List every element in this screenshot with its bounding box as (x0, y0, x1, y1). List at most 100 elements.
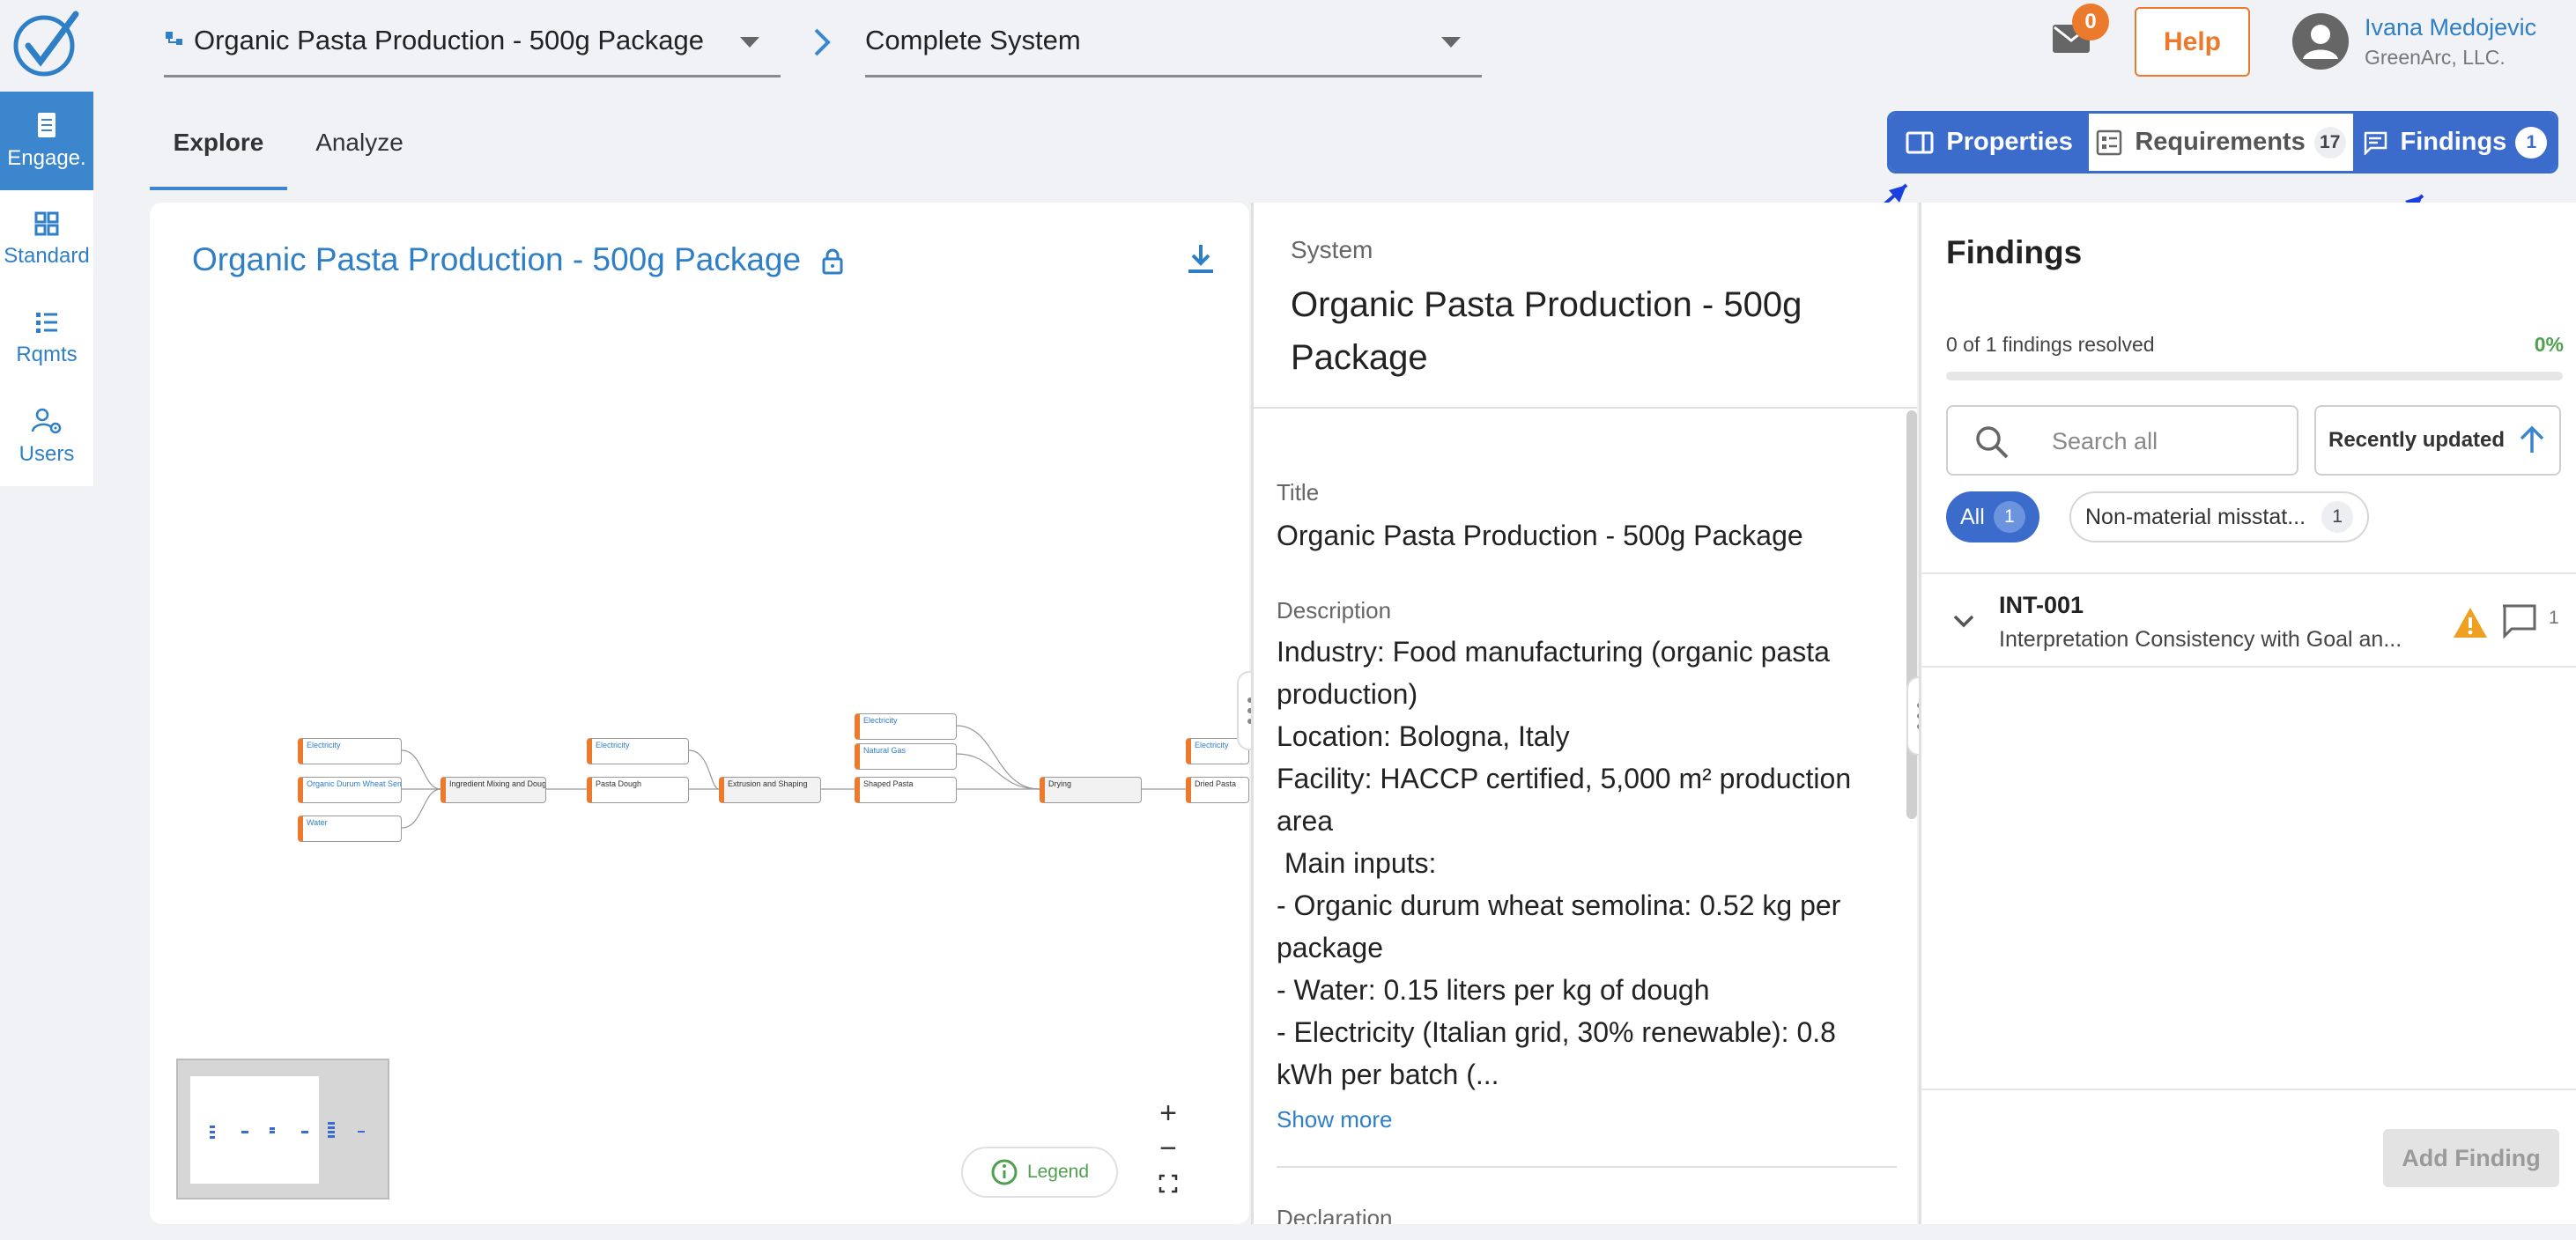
nav-item-label: Standard (4, 244, 90, 268)
finding-id: INT-001 (1999, 592, 2084, 618)
properties-kind: System (1291, 236, 1373, 263)
properties-heading: Organic Pasta Production - 500g Package (1291, 285, 1802, 377)
graph-node[interactable]: Extrusion and Shaping (719, 777, 821, 803)
tab-findings-label: Findings (2400, 128, 2507, 156)
info-icon (991, 1159, 1018, 1185)
chip-count: 1 (1993, 501, 2025, 533)
graph-node[interactable]: Electricity (587, 738, 689, 764)
findings-progress-text: 0 of 1 findings resolved (1946, 333, 2155, 356)
legend-button[interactable]: Legend (961, 1147, 1118, 1198)
grid-icon (34, 211, 59, 236)
description-line: - Organic durum wheat semolina: 0.52 kg … (1277, 889, 1841, 921)
add-finding-button[interactable]: Add Finding (2383, 1129, 2559, 1187)
scope-select[interactable]: Complete System (865, 5, 1482, 78)
finding-row[interactable]: INT-001 Interpretation Consistency with … (1921, 572, 2576, 668)
graph-node[interactable]: Shaped Pasta (855, 777, 957, 803)
findings-search-input[interactable]: Search all (1946, 405, 2298, 476)
search-icon (1976, 426, 2009, 459)
divider (1277, 1166, 1897, 1168)
divider (1254, 407, 1917, 409)
panel-icon (1906, 131, 1934, 153)
graph-node[interactable]: Electricity (298, 738, 402, 764)
help-button[interactable]: Help (2135, 7, 2250, 77)
tab-explore[interactable]: Explore (150, 114, 287, 190)
system-select[interactable]: Organic Pasta Production - 500g Package (164, 5, 781, 78)
nav-item-label: Rqmts (16, 343, 78, 366)
graph-node[interactable]: Electricity (855, 713, 957, 740)
comment-count: 1 (2549, 608, 2559, 628)
top-bar: Organic Pasta Production - 500g Package … (0, 0, 2576, 92)
nav-item-users[interactable]: Users (0, 388, 93, 486)
nav-item-engage[interactable]: Engage. (0, 92, 93, 190)
user-org: GreenArc, LLC. (2365, 46, 2506, 69)
graph-node[interactable]: Drying (1040, 777, 1142, 803)
findings-title: Findings (1946, 234, 2083, 270)
tab-requirements[interactable]: Requirements 17 (2089, 114, 2353, 171)
tab-findings[interactable]: Findings 1 (2352, 114, 2556, 171)
document-icon (38, 113, 56, 137)
findings-progress-bar (1946, 372, 2563, 380)
sort-button[interactable]: Recently updated (2314, 405, 2561, 476)
mail-count-badge: 0 (2072, 4, 2109, 41)
chip-label: All (1960, 504, 1985, 529)
nav-item-label: Users (19, 442, 75, 466)
comment-icon[interactable] (2499, 602, 2538, 639)
nav-item-rqmts[interactable]: Rqmts (0, 289, 93, 388)
scrollbar[interactable] (1906, 410, 1917, 819)
tab-properties-label: Properties (1946, 128, 2073, 156)
show-more-link[interactable]: Show more (1277, 1106, 1393, 1133)
description-line: area (1277, 805, 1334, 837)
title-value: Organic Pasta Production - 500g Package (1277, 520, 1803, 551)
zoom-in-button[interactable]: + (1151, 1096, 1186, 1131)
chevron-down-icon (740, 37, 759, 48)
graph-node[interactable]: Pasta Dough (587, 777, 689, 803)
graph-node[interactable]: Water (298, 816, 402, 842)
users-gear-icon (31, 408, 62, 434)
scope-select-value: Complete System (865, 24, 1081, 55)
panel-tab-group: Properties Requirements 17 Findings 1 (1887, 111, 2558, 173)
tab-properties[interactable]: Properties (1890, 114, 2090, 171)
fit-view-button[interactable] (1151, 1166, 1186, 1201)
description-line: Main inputs: (1277, 847, 1437, 879)
divider (1921, 1089, 2576, 1090)
description-line: - Electricity (Italian grid, 30% renewab… (1277, 1016, 1836, 1048)
chevron-down-icon[interactable] (1951, 613, 1976, 631)
graph-node[interactable]: Ingredient Mixing and Doug... (440, 777, 546, 803)
filter-chip-all[interactable]: All 1 (1946, 491, 2039, 542)
tab-analyze[interactable]: Analyze (300, 114, 419, 190)
properties-panel: System Organic Pasta Production - 500g P… (1251, 203, 1917, 1224)
warning-icon (2454, 608, 2487, 638)
user-name[interactable]: Ivana Medojevic (2365, 14, 2536, 41)
graph-node[interactable]: Dried Pasta (1186, 777, 1249, 803)
description-line: Industry: Food manufacturing (organic pa… (1277, 636, 1830, 668)
description-line: Location: Bologna, Italy (1277, 720, 1570, 752)
declaration-label: Declaration (1277, 1205, 1393, 1224)
minimap-viewport[interactable] (190, 1076, 319, 1184)
hierarchy-icon (164, 30, 185, 51)
graph-node[interactable]: Organic Durum Wheat Semo... (298, 777, 402, 803)
requirements-count-badge: 17 (2313, 126, 2346, 159)
nav-item-label: Engage. (7, 146, 86, 170)
nav-item-standard[interactable]: Standard (0, 190, 93, 289)
checklist-icon (2097, 129, 2122, 155)
zoom-out-button[interactable]: − (1151, 1131, 1186, 1166)
finding-description: Interpretation Consistency with Goal an.… (1999, 627, 2402, 652)
left-nav: Engage. Standard Rqmts Users (0, 92, 93, 486)
filter-chip-non-material[interactable]: Non-material misstat... 1 (2069, 491, 2370, 542)
list-icon (36, 313, 57, 333)
chip-label: Non-material misstat... (2085, 504, 2306, 529)
app-logo-icon[interactable] (11, 9, 81, 79)
title-label: Title (1277, 479, 1320, 506)
findings-count-badge: 1 (2515, 126, 2548, 159)
process-canvas[interactable]: Organic Pasta Production - 500g Package … (150, 203, 1249, 1224)
chevron-down-icon (1441, 37, 1461, 48)
graph-node[interactable]: Natural Gas (855, 743, 957, 770)
arrow-up-icon (2520, 425, 2544, 453)
minimap[interactable] (176, 1059, 389, 1199)
search-placeholder: Search all (2052, 428, 2158, 454)
minimap-overflow (328, 1122, 365, 1138)
minimap-graph (210, 1126, 308, 1139)
avatar[interactable] (2291, 11, 2350, 71)
sort-label: Recently updated (2328, 428, 2506, 452)
findings-progress-percent: 0% (2534, 333, 2564, 356)
